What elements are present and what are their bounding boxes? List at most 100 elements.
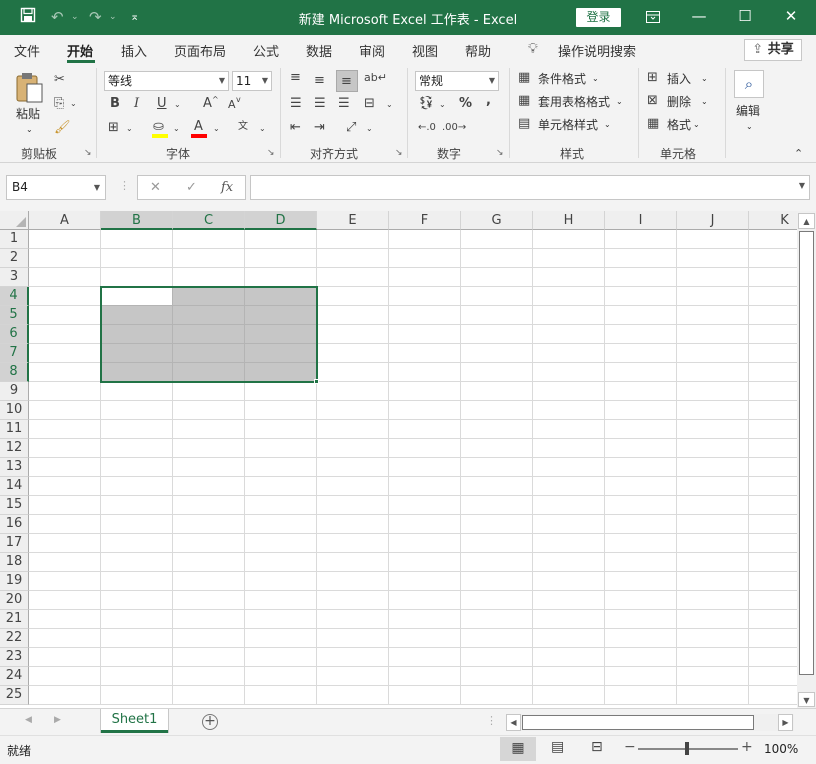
cell-h11[interactable] [533,420,605,439]
cell-h12[interactable] [533,439,605,458]
row-header-15[interactable]: 15 [0,496,29,515]
underline-dropdown-icon[interactable]: ⌄ [174,97,181,113]
row-header-7[interactable]: 7 [0,344,29,363]
prev-sheet-icon[interactable]: ◀ [25,715,32,725]
cell-e6[interactable] [317,325,389,344]
cell-b11[interactable] [101,420,173,439]
cell-d24[interactable] [245,667,317,686]
cell-i9[interactable] [605,382,677,401]
cell-f21[interactable] [389,610,461,629]
cell-d2[interactable] [245,249,317,268]
cell-c24[interactable] [173,667,245,686]
scroll-up-icon[interactable]: ▲ [798,213,815,229]
cell-e7[interactable] [317,344,389,363]
cell-i23[interactable] [605,648,677,667]
cell-i2[interactable] [605,249,677,268]
row-header-18[interactable]: 18 [0,553,29,572]
cell-a22[interactable] [29,629,101,648]
cell-a15[interactable] [29,496,101,515]
cell-h16[interactable] [533,515,605,534]
cell-i15[interactable] [605,496,677,515]
zoom-level[interactable]: 100% [764,742,798,756]
cell-j8[interactable] [677,363,749,382]
cell-a19[interactable] [29,572,101,591]
align-middle-icon[interactable]: ≡ [314,73,325,89]
page-break-preview-icon[interactable]: ⊟ [591,739,603,755]
conditional-formatting-button[interactable]: ▦ 条件格式 ⌄ [518,70,628,90]
cell-f11[interactable] [389,420,461,439]
cell-g6[interactable] [461,325,533,344]
cell-f20[interactable] [389,591,461,610]
cell-k12[interactable] [749,439,797,458]
cell-c25[interactable] [173,686,245,705]
horizontal-scrollbar[interactable]: ◀ ▶ [506,714,794,731]
share-button[interactable]: ⇪ 共享 [744,39,802,61]
cell-e10[interactable] [317,401,389,420]
cell-h25[interactable] [533,686,605,705]
underline-button[interactable]: U [157,96,167,112]
cell-h19[interactable] [533,572,605,591]
cell-b2[interactable] [101,249,173,268]
alignment-launcher-icon[interactable]: ↘ [395,148,403,158]
cell-f22[interactable] [389,629,461,648]
border-dropdown-icon[interactable]: ⌄ [126,121,133,137]
row-header-12[interactable]: 12 [0,439,29,458]
accounting-dropdown-icon[interactable]: ⌄ [439,97,446,113]
cell-i20[interactable] [605,591,677,610]
cell-i13[interactable] [605,458,677,477]
cell-e25[interactable] [317,686,389,705]
cell-j25[interactable] [677,686,749,705]
cell-k4[interactable] [749,287,797,306]
cell-j13[interactable] [677,458,749,477]
cell-b23[interactable] [101,648,173,667]
cell-b14[interactable] [101,477,173,496]
cell-i12[interactable] [605,439,677,458]
copy-dropdown-icon[interactable]: ⌄ [70,96,77,112]
cell-i4[interactable] [605,287,677,306]
cell-k23[interactable] [749,648,797,667]
cell-j23[interactable] [677,648,749,667]
cell-i17[interactable] [605,534,677,553]
cell-h24[interactable] [533,667,605,686]
cell-c18[interactable] [173,553,245,572]
cell-j21[interactable] [677,610,749,629]
cell-k9[interactable] [749,382,797,401]
cell-g10[interactable] [461,401,533,420]
maximize-icon[interactable]: ☐ [722,0,768,35]
cell-i21[interactable] [605,610,677,629]
insert-cells-button[interactable]: ⊞ 插入 ⌄ [647,70,715,90]
wrap-text-icon[interactable]: ab↵ [364,70,387,86]
cell-a21[interactable] [29,610,101,629]
cell-g4[interactable] [461,287,533,306]
column-header-h[interactable]: H [533,211,605,230]
accounting-format-icon[interactable]: 💱︎ [418,96,435,112]
undo-icon[interactable]: ↶ [51,7,64,27]
zoom-slider[interactable] [638,742,738,755]
cell-k6[interactable] [749,325,797,344]
cell-g12[interactable] [461,439,533,458]
cell-i8[interactable] [605,363,677,382]
cell-d25[interactable] [245,686,317,705]
cell-k8[interactable] [749,363,797,382]
column-header-i[interactable]: I [605,211,677,230]
cell-c11[interactable] [173,420,245,439]
cell-j10[interactable] [677,401,749,420]
cell-k5[interactable] [749,306,797,325]
cell-h10[interactable] [533,401,605,420]
row-header-22[interactable]: 22 [0,629,29,648]
cell-h13[interactable] [533,458,605,477]
align-center-icon[interactable]: ☰ [314,96,326,112]
row-header-25[interactable]: 25 [0,686,29,705]
cell-h21[interactable] [533,610,605,629]
cell-j11[interactable] [677,420,749,439]
insert-function-icon[interactable]: fx [221,180,233,195]
ribbon-display-icon[interactable] [630,0,676,35]
merge-center-icon[interactable]: ⊟ [364,96,375,112]
cell-a25[interactable] [29,686,101,705]
cell-b13[interactable] [101,458,173,477]
increase-indent-icon[interactable]: ⇥ [314,120,325,136]
cell-f13[interactable] [389,458,461,477]
cell-g8[interactable] [461,363,533,382]
cell-g3[interactable] [461,268,533,287]
cell-g18[interactable] [461,553,533,572]
